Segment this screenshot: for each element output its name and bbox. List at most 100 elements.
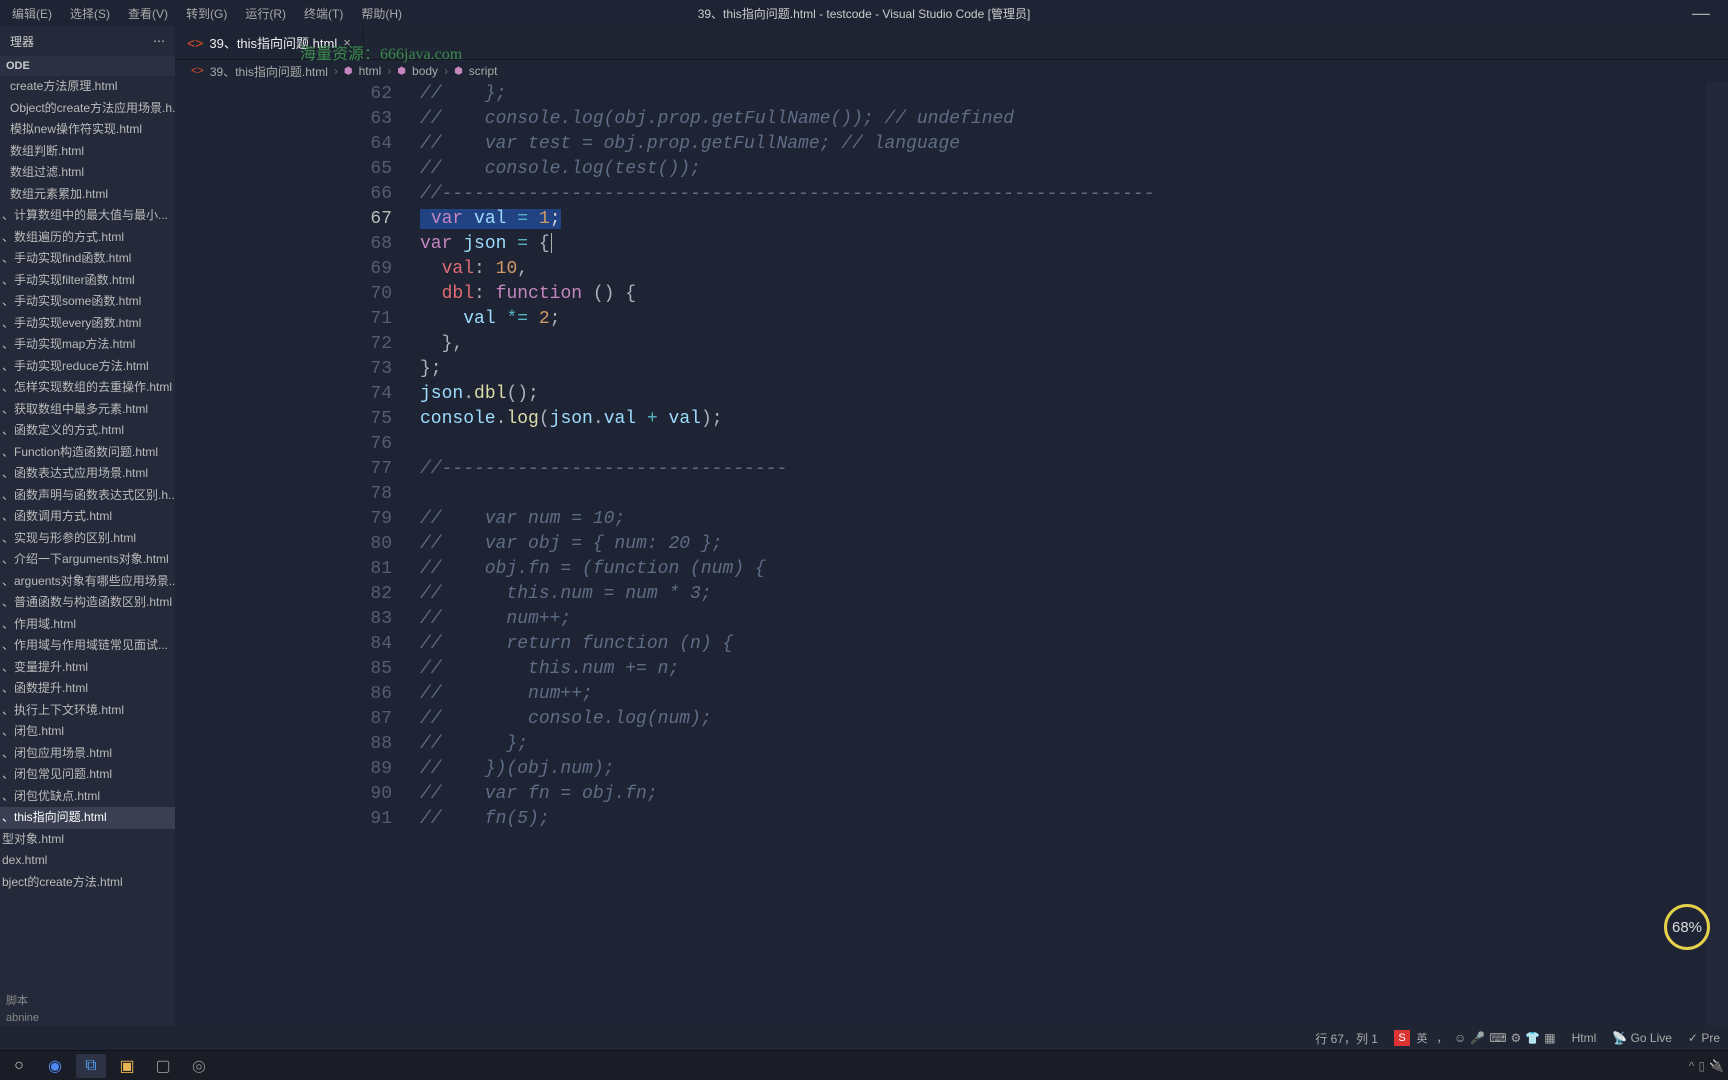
tray-up-icon[interactable]: ^ [1689, 1059, 1695, 1073]
sidebar-item[interactable]: 、获取数组中最多元素.html [0, 399, 175, 421]
line-gutter: 6263646566676869707172737475767778798081… [175, 82, 420, 1026]
sidebar-item[interactable]: 、闭包.html [0, 721, 175, 743]
explorer-title: 理器 [10, 33, 34, 50]
title-bar: 编辑(E) 选择(S) 查看(V) 转到(G) 运行(R) 终端(T) 帮助(H) 39、t… [0, 0, 1728, 26]
settings-icon[interactable]: ⚙ [1511, 1031, 1522, 1045]
code-editor[interactable]: 6263646566676869707172737475767778798081… [175, 82, 1728, 1026]
chevron-right-icon: › [334, 64, 338, 78]
sidebar-item[interactable]: 、作用域.html [0, 614, 175, 636]
start-icon[interactable]: ○ [4, 1054, 34, 1078]
sidebar-item[interactable]: 、变量提升.html [0, 657, 175, 679]
sidebar-item[interactable]: 、手动实现filter函数.html [0, 270, 175, 292]
html-file-icon: <> [187, 35, 203, 51]
sidebar-item[interactable]: 、函数定义的方式.html [0, 420, 175, 442]
keyboard-icon[interactable]: ⌨ [1489, 1031, 1506, 1045]
cursor-position[interactable]: 行 67，列 1 [1315, 1030, 1378, 1047]
explorer-icon[interactable]: ▣ [112, 1054, 142, 1078]
sidebar-item[interactable]: 数组元素累加.html [0, 184, 175, 206]
explorer-header: 理器 ⋯ [0, 26, 175, 56]
sidebar-item[interactable]: 、手动实现every函数.html [0, 313, 175, 335]
sidebar-item[interactable]: dex.html [0, 850, 175, 872]
tabnine-section[interactable]: abnine [0, 1010, 175, 1026]
sidebar-item[interactable]: 、普通函数与构造函数区别.html [0, 592, 175, 614]
chevron-right-icon: › [444, 64, 448, 78]
sidebar-item[interactable]: 、函数调用方式.html [0, 506, 175, 528]
window-controls[interactable]: — [1692, 3, 1720, 24]
code-content[interactable]: // };// console.log(obj.prop.getFullName… [420, 82, 1728, 1026]
sidebar-item[interactable]: 、作用域与作用域链常见面试... [0, 635, 175, 657]
menu-item[interactable]: 编辑(E) [8, 3, 56, 24]
sidebar-item[interactable]: 、函数提升.html [0, 678, 175, 700]
sidebar-item[interactable]: 、闭包优缺点.html [0, 786, 175, 808]
breadcrumb-item[interactable]: body [412, 64, 438, 78]
sidebar-item[interactable]: 、闭包常见问题.html [0, 764, 175, 786]
prettier-status[interactable]: ✓ Pre [1688, 1031, 1720, 1045]
element-icon: ⬢ [454, 66, 463, 77]
language-mode[interactable]: Html [1572, 1031, 1597, 1045]
chevron-right-icon: › [387, 64, 391, 78]
sidebar-item[interactable]: 数组过滤.html [0, 162, 175, 184]
sidebar-item[interactable]: 、Function构造函数问题.html [0, 442, 175, 464]
sidebar-item[interactable]: bject的create方法.html [0, 872, 175, 894]
ime-indicator[interactable]: S 英 ， ☺ 🎤 ⌨ ⚙ 👕 ▦ [1394, 1030, 1556, 1046]
element-icon: ⬢ [397, 66, 406, 77]
ime-logo-icon: S [1394, 1030, 1410, 1046]
window-title: 39、this指向问题.html - testcode - Visual Stu… [698, 5, 1031, 22]
breadcrumb-item[interactable]: script [469, 64, 498, 78]
sidebar-item[interactable]: 型对象.html [0, 829, 175, 851]
vscode-icon[interactable]: ⧉ [76, 1054, 106, 1078]
sidebar-item[interactable]: 、手动实现some函数.html [0, 291, 175, 313]
tray-area[interactable]: ^ ▯ 🔌 [1689, 1059, 1724, 1073]
chrome-icon[interactable]: ◉ [40, 1054, 70, 1078]
menu-item[interactable]: 帮助(H) [357, 3, 406, 24]
watermark-text: 海量资源：666java.com [300, 40, 462, 64]
sidebar-item[interactable]: 、函数声明与函数表达式区别.h... [0, 485, 175, 507]
terminal-icon[interactable]: ▢ [148, 1054, 178, 1078]
tray-power-icon[interactable]: 🔌 [1709, 1059, 1724, 1073]
breadcrumb-item[interactable]: html [359, 64, 382, 78]
sidebar-item[interactable]: 、介绍一下arguments对象.html [0, 549, 175, 571]
sidebar-item[interactable]: 、arguents对象有哪些应用场景... [0, 571, 175, 593]
breadcrumb-item[interactable]: 39、this指向问题.html [210, 63, 328, 80]
menu-item[interactable]: 运行(R) [241, 3, 290, 24]
ime-lang: 英 [1414, 1030, 1430, 1046]
sidebar-item[interactable]: 、数组遍历的方式.html [0, 227, 175, 249]
go-live-button[interactable]: 📡 Go Live [1612, 1031, 1672, 1045]
sidebar-item[interactable]: Object的create方法应用场景.h... [0, 98, 175, 120]
sidebar-item[interactable]: create方法原理.html [0, 76, 175, 98]
grid-icon[interactable]: ▦ [1544, 1031, 1555, 1045]
shirt-icon[interactable]: 👕 [1525, 1031, 1540, 1045]
menu-item[interactable]: 选择(S) [66, 3, 114, 24]
more-icon[interactable]: ⋯ [153, 34, 165, 48]
sidebar-item[interactable]: 模拟new操作符实现.html [0, 119, 175, 141]
minimap[interactable] [1706, 82, 1728, 1026]
folder-name[interactable]: ODE [0, 56, 175, 76]
mic-icon[interactable]: 🎤 [1470, 1031, 1485, 1045]
sidebar-item[interactable]: 、手动实现find函数.html [0, 248, 175, 270]
file-list: create方法原理.htmlObject的create方法应用场景.h...模… [0, 76, 175, 990]
sidebar-item[interactable]: 、this指向问题.html [0, 807, 175, 829]
sidebar-item[interactable]: 、手动实现map方法.html [0, 334, 175, 356]
ime-punct: ， [1434, 1030, 1450, 1046]
editor-region: <> 39、this指向问题.html × 海量资源：666java.com <… [175, 26, 1728, 1026]
sidebar-item[interactable]: 、实现与形参的区别.html [0, 528, 175, 550]
sidebar-item[interactable]: 、函数表达式应用场景.html [0, 463, 175, 485]
emoji-icon[interactable]: ☺ [1454, 1031, 1466, 1045]
explorer-sidebar: 理器 ⋯ ODE create方法原理.htmlObject的create方法应… [0, 26, 175, 1026]
sidebar-item[interactable]: 、计算数组中的最大值与最小... [0, 205, 175, 227]
menu-item[interactable]: 查看(V) [124, 3, 172, 24]
menu-item[interactable]: 转到(G) [182, 3, 231, 24]
tray-battery-icon[interactable]: ▯ [1698, 1059, 1705, 1073]
main-area: 理器 ⋯ ODE create方法原理.htmlObject的create方法应… [0, 26, 1728, 1026]
obs-icon[interactable]: ◎ [184, 1054, 214, 1078]
sidebar-item[interactable]: 数组判断.html [0, 141, 175, 163]
progress-badge: 68% [1664, 904, 1710, 950]
menu-item[interactable]: 终端(T) [300, 3, 347, 24]
sidebar-item[interactable]: 、闭包应用场景.html [0, 743, 175, 765]
html-file-icon: <> [191, 65, 204, 77]
main-menu: 编辑(E) 选择(S) 查看(V) 转到(G) 运行(R) 终端(T) 帮助(H) [8, 3, 406, 24]
sidebar-item[interactable]: 、怎样实现数组的去重操作.html [0, 377, 175, 399]
sidebar-item[interactable]: 、执行上下文环境.html [0, 700, 175, 722]
outline-section[interactable]: 脚本 [0, 990, 175, 1010]
sidebar-item[interactable]: 、手动实现reduce方法.html [0, 356, 175, 378]
